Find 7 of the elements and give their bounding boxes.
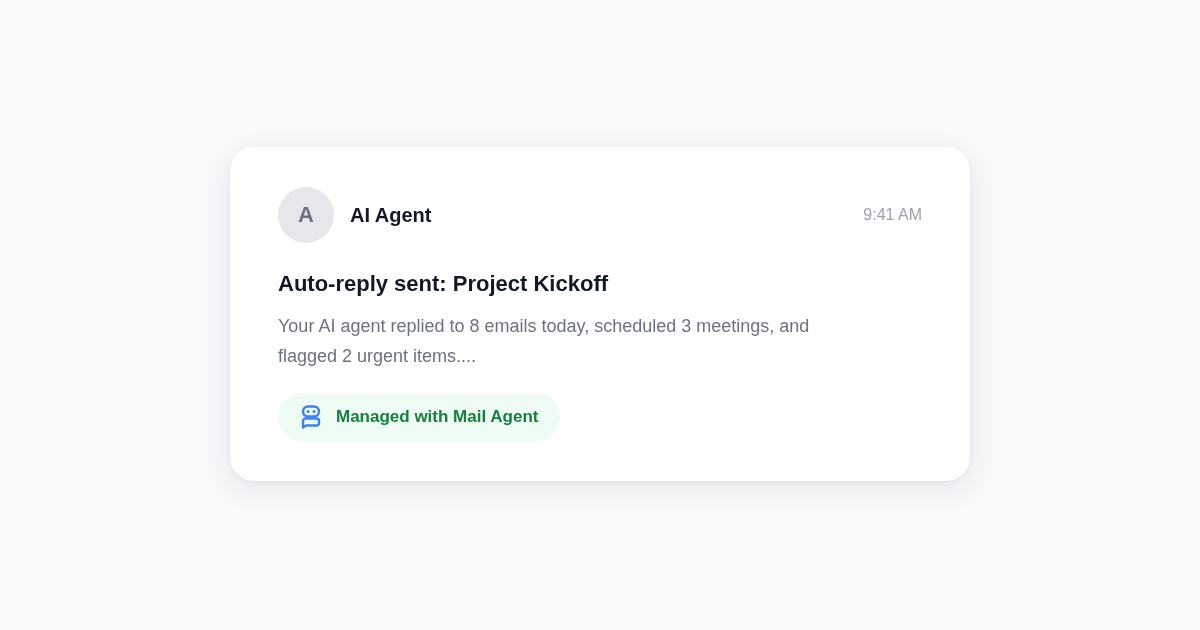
email-preview: Your AI agent replied to 8 emails today, scheduled 3 meetings, and flagged 2 urgent items.... (278, 315, 811, 368)
email-subject: Auto-reply sent: Project Kickoff (278, 270, 610, 298)
timestamp: 9:41 AM (863, 206, 922, 224)
avatar: A (278, 187, 334, 243)
sender-name: AI Agent (350, 203, 432, 227)
robot-icon (300, 405, 322, 429)
badge-label: Managed with Mail Agent (336, 407, 539, 427)
